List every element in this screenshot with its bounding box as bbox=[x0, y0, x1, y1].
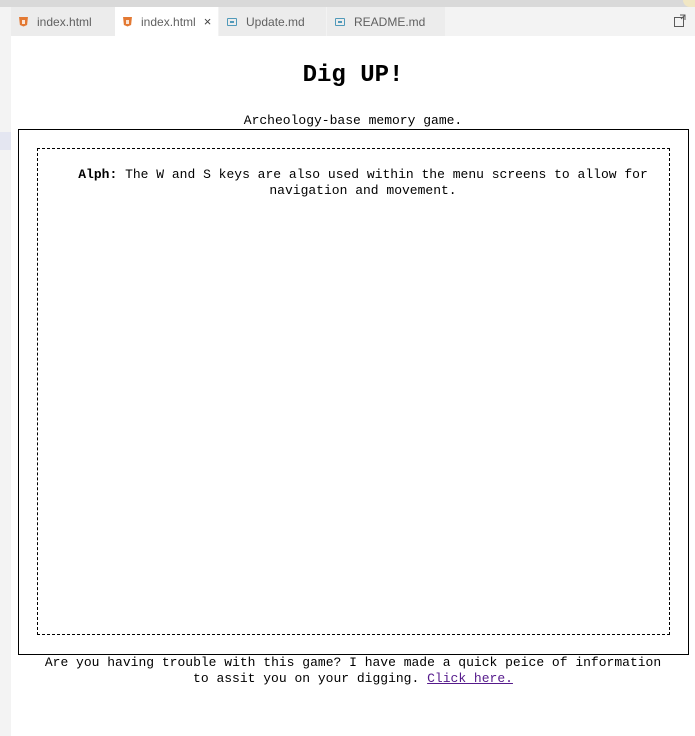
page-preview: Dig UP! Archeology-base memory game. Alp… bbox=[11, 36, 695, 736]
tab-update-md[interactable]: Update.md bbox=[219, 7, 326, 36]
html-file-icon bbox=[123, 16, 132, 27]
markdown-file-icon bbox=[335, 17, 345, 26]
tab-index-html-1[interactable]: index.html bbox=[11, 7, 115, 36]
game-screen[interactable]: Alph: The W and S keys are also used wit… bbox=[37, 148, 670, 635]
tab-index-html-2[interactable]: index.html × bbox=[115, 7, 218, 36]
tab-label: index.html bbox=[141, 14, 196, 29]
help-text: Are you having trouble with this game? I… bbox=[44, 655, 662, 686]
tab-label: README.md bbox=[354, 14, 426, 29]
dialog-box: Alph: The W and S keys are also used wit… bbox=[78, 167, 648, 199]
tab-readme-md[interactable]: README.md bbox=[327, 7, 445, 36]
tab-label: index.html bbox=[37, 14, 92, 29]
gutter-highlight bbox=[0, 132, 11, 150]
split-editor-icon[interactable] bbox=[673, 14, 687, 28]
html-file-icon bbox=[19, 16, 28, 27]
help-link[interactable]: Click here. bbox=[427, 671, 513, 686]
dialog-speaker: Alph: bbox=[78, 167, 118, 182]
window-top-strip bbox=[0, 0, 695, 7]
page-subtitle: Archeology-base memory game. bbox=[243, 113, 463, 128]
tab-label: Update.md bbox=[246, 14, 305, 29]
dialog-text: The W and S keys are also used within th… bbox=[125, 167, 648, 198]
help-paragraph: Are you having trouble with this game? I… bbox=[41, 655, 665, 687]
left-gutter bbox=[0, 7, 11, 736]
game-canvas-frame[interactable]: Alph: The W and S keys are also used wit… bbox=[18, 129, 689, 655]
close-icon[interactable]: × bbox=[204, 14, 212, 29]
markdown-file-icon bbox=[227, 17, 237, 26]
editor-tab-bar: index.html index.html × Update.md README… bbox=[11, 7, 695, 36]
page-title: Dig UP! bbox=[302, 62, 404, 89]
